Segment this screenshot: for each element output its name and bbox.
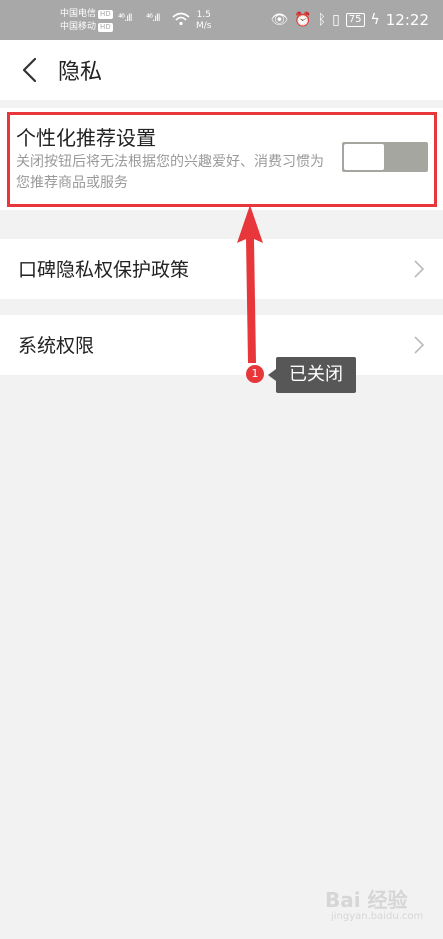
status-right: 👁 ⏰ ᛒ ▯ 75 ϟ 12:22 [270, 11, 429, 29]
annotation-number: 1 [246, 365, 264, 383]
status-bar: 中国电信 HD 中国移动 HD ⁴⁶.ıll ⁴⁶.ıll 1.5 M/s 👁 ⏰ … [0, 0, 443, 40]
back-arrow-icon[interactable] [18, 56, 42, 84]
highlight-box [7, 112, 437, 207]
charging-icon: ϟ [370, 12, 380, 28]
chevron-right-icon [414, 336, 425, 354]
signal-icon: ⁴⁶.ıll [146, 13, 160, 24]
network-speed: 1.5 M/s [196, 10, 212, 32]
watermark: Bai 经验 jingyan.baidu.com [325, 884, 423, 922]
speed-value: 1.5 [196, 10, 211, 20]
watermark-brand: Bai 经验 [325, 888, 408, 912]
carrier-2: 中国移动 [60, 22, 97, 32]
carrier-1: 中国电信 [60, 9, 97, 19]
bluetooth-icon: ᛒ [317, 12, 327, 28]
eye-icon: 👁 [270, 12, 289, 28]
page-title: 隐私 [58, 60, 103, 85]
hd-badge: HD [98, 10, 113, 19]
speed-unit: M/s [196, 21, 212, 31]
app-header: 隐私 [0, 40, 443, 100]
row-privacy-policy[interactable]: 口碑隐私权保护政策 [0, 239, 443, 299]
watermark-url: jingyan.baidu.com [331, 911, 424, 922]
row-label: 系统权限 [18, 335, 95, 357]
row-system-permissions[interactable]: 系统权限 [0, 315, 443, 375]
carrier-info: 中国电信 HD 中国移动 HD [60, 8, 113, 34]
wifi-icon [172, 12, 190, 26]
annotation-arrow-icon [237, 205, 263, 363]
clock: 12:22 [385, 11, 429, 29]
hd-badge: HD [98, 23, 113, 32]
vibrate-icon: ▯ [332, 12, 340, 28]
signal-icon: ⁴⁶.ıll [118, 13, 132, 24]
annotation-tooltip: 已关闭 [268, 357, 356, 393]
alarm-icon: ⏰ [294, 12, 312, 28]
battery-level: 75 [345, 13, 365, 27]
row-label: 口碑隐私权保护政策 [18, 259, 190, 281]
chevron-right-icon [414, 260, 425, 278]
